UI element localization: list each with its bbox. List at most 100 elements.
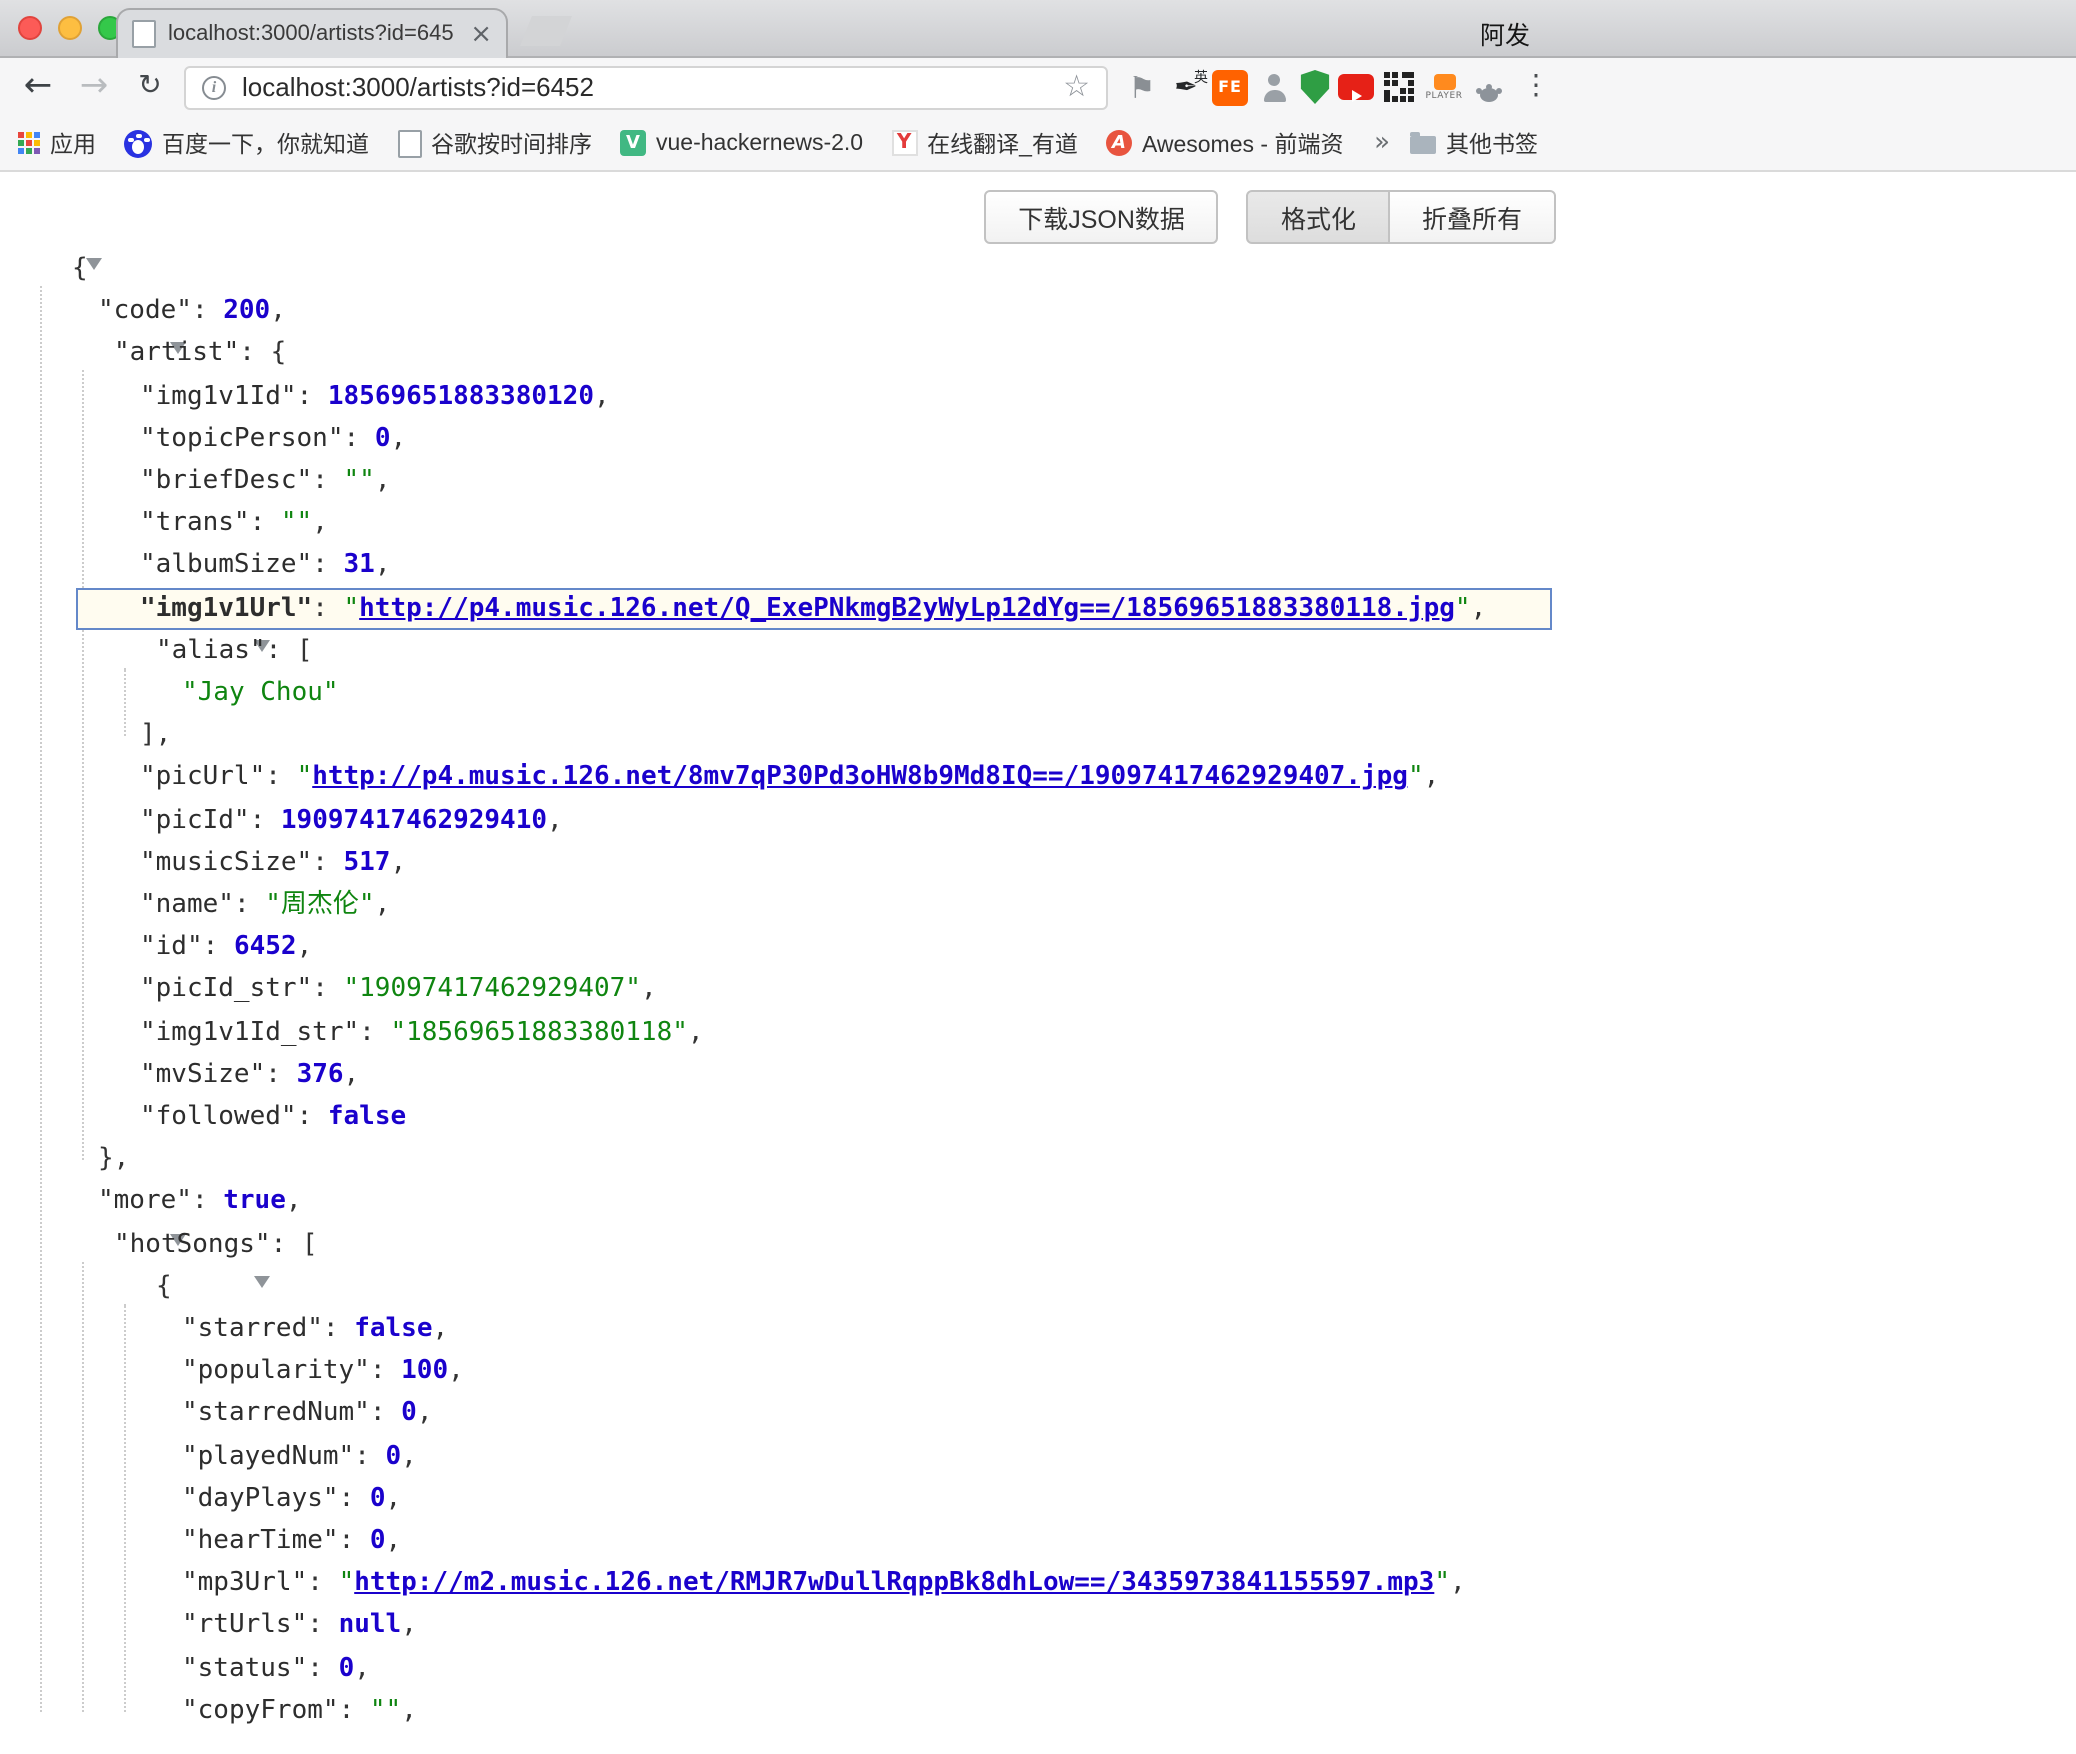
json-url-link[interactable]: http://p4.music.126.net/8mv7qP30Pd3oHW8b… xyxy=(312,763,1408,793)
json-key: "picUrl" xyxy=(140,763,265,793)
json-key: "status" xyxy=(182,1653,307,1683)
reload-icon[interactable]: ↻ xyxy=(126,58,174,116)
json-key: "starred" xyxy=(182,1314,323,1344)
json-key: "more" xyxy=(98,1187,192,1217)
json-line: "picId_str": "19097417462929407", xyxy=(0,969,1556,1011)
fehelper-icon-label: FE xyxy=(1218,78,1242,96)
json-line: "playedNum": 0, xyxy=(0,1435,1556,1477)
json-token: : xyxy=(312,975,343,1005)
youtube-icon[interactable] xyxy=(1338,74,1374,100)
json-key: "img1v1Url" xyxy=(140,593,312,623)
json-token: , xyxy=(1424,763,1440,793)
json-token: , xyxy=(417,1399,433,1429)
json-token: : xyxy=(370,1356,401,1386)
json-token: , xyxy=(156,720,172,750)
json-line: "hearTime": 0, xyxy=(0,1520,1556,1562)
awesomes-icon: A xyxy=(1106,130,1132,156)
tab-close-icon[interactable]: × xyxy=(470,21,492,47)
json-token: , xyxy=(354,1653,370,1683)
json-key: "rtUrls" xyxy=(182,1611,307,1641)
json-token: 0 xyxy=(386,1441,402,1471)
close-window-button[interactable] xyxy=(18,16,42,40)
json-line: "trans": "", xyxy=(0,502,1556,544)
json-token: false xyxy=(328,1102,406,1132)
translate-pen-icon[interactable]: 英 xyxy=(1168,69,1204,105)
window-controls xyxy=(18,16,122,40)
json-key: "topicPerson" xyxy=(140,424,344,454)
json-token: { xyxy=(271,339,287,369)
profile-name[interactable]: 阿发 xyxy=(1480,14,1530,52)
json-token: : xyxy=(323,1314,354,1344)
translate-pen-icon-label: 英 xyxy=(1194,67,1208,87)
pennant-flag-icon[interactable] xyxy=(1124,69,1160,105)
bookmarks-overflow-icon[interactable]: » xyxy=(1374,128,1390,158)
json-line: "albumSize": 31, xyxy=(0,545,1556,587)
json-token: 18569651883380120 xyxy=(328,381,594,411)
bookmark-item[interactable]: AAwesomes - 前端资… xyxy=(1106,127,1346,159)
json-token: , xyxy=(594,381,610,411)
json-url-link[interactable]: http://m2.music.126.net/RMJR7wDullRqppBk… xyxy=(354,1568,1434,1598)
json-token: : xyxy=(265,763,296,793)
player-icon[interactable]: PLAYER xyxy=(1426,69,1462,105)
format-button[interactable]: 格式化 xyxy=(1247,190,1390,244)
shield-icon[interactable] xyxy=(1300,70,1330,104)
qrcode-icon[interactable] xyxy=(1382,69,1418,105)
json-token: , xyxy=(688,1017,704,1047)
json-line: "starred": false, xyxy=(0,1308,1556,1350)
json-token: , xyxy=(390,848,406,878)
json-token: : xyxy=(265,1060,296,1090)
json-key: "dayPlays" xyxy=(182,1484,339,1514)
json-quote: " xyxy=(297,763,313,793)
json-key: "mp3Url" xyxy=(182,1568,307,1598)
json-string: "" xyxy=(281,508,312,538)
json-line: ], xyxy=(0,714,1556,756)
json-key: "img1v1Id_str" xyxy=(140,1017,359,1047)
json-key: "starredNum" xyxy=(182,1399,370,1429)
json-token: : xyxy=(307,1653,338,1683)
minimize-window-button[interactable] xyxy=(58,16,82,40)
browser-tab[interactable]: localhost:3000/artists?id=645 × xyxy=(116,8,508,58)
json-url-link[interactable]: http://p4.music.126.net/Q_ExePNkmgB2yWyL… xyxy=(359,593,1455,623)
bookmark-star-icon[interactable]: ☆ xyxy=(1063,72,1090,102)
json-quote: " xyxy=(1434,1568,1450,1598)
bookmark-label: 其他书签 xyxy=(1446,127,1538,159)
new-tab-button[interactable] xyxy=(520,16,572,46)
json-line: "rtUrls": null, xyxy=(0,1605,1556,1647)
json-line: "mvSize": 376, xyxy=(0,1054,1556,1096)
bookmarks-right: » 其他书签 xyxy=(1374,127,1538,159)
json-key: "trans" xyxy=(140,508,250,538)
json-quote: " xyxy=(339,1568,355,1598)
json-line: "mp3Url": "http://m2.music.126.net/RMJR7… xyxy=(0,1562,1556,1604)
paw-icon[interactable] xyxy=(1470,69,1506,105)
json-token: : xyxy=(192,1187,223,1217)
json-line: "popularity": 100, xyxy=(0,1350,1556,1392)
bookmark-item[interactable]: 谷歌按时间排序 xyxy=(397,127,592,159)
site-info-icon[interactable] xyxy=(202,75,226,99)
collapse-all-button[interactable]: 折叠所有 xyxy=(1388,190,1556,244)
json-line: "name": "周杰伦", xyxy=(0,884,1556,926)
bookmark-item[interactable]: 百度一下，你就知道 xyxy=(124,127,369,159)
bookmark-item[interactable]: Vvue-hackernews-2.0 xyxy=(620,130,863,156)
browser-menu-icon[interactable]: ⋮ xyxy=(1518,58,1554,116)
url-text[interactable]: localhost:3000/artists?id=6452 xyxy=(242,72,1051,102)
json-line-highlighted: "img1v1Url": "http://p4.music.126.net/Q_… xyxy=(0,587,1556,629)
baidu-icon xyxy=(124,129,152,157)
json-line: "picUrl": "http://p4.music.126.net/8mv7q… xyxy=(0,757,1556,799)
bookmark-apps[interactable]: 应用 xyxy=(18,127,96,159)
user-silhouette-icon[interactable] xyxy=(1256,69,1292,105)
json-quote: " xyxy=(1408,763,1424,793)
bookmark-label: vue-hackernews-2.0 xyxy=(656,131,863,155)
json-token: 0 xyxy=(375,424,391,454)
json-key: "alias" xyxy=(156,636,266,666)
back-icon[interactable]: ← xyxy=(14,58,62,116)
json-token: : xyxy=(344,424,375,454)
bookmark-item[interactable]: Y在线翻译_有道 xyxy=(891,127,1078,159)
json-tree: {"code": 200,"artist": {"img1v1Id": 1856… xyxy=(0,248,1556,1752)
json-key: "artist" xyxy=(114,339,239,369)
address-bar[interactable]: localhost:3000/artists?id=6452 ☆ xyxy=(184,65,1108,109)
fehelper-icon[interactable]: FE xyxy=(1212,69,1248,105)
other-bookmarks-folder[interactable]: 其他书签 xyxy=(1410,127,1538,159)
json-token: : xyxy=(297,1102,328,1132)
json-line: "alias": [ xyxy=(0,630,1556,672)
download-json-button[interactable]: 下载JSON数据 xyxy=(984,190,1219,244)
